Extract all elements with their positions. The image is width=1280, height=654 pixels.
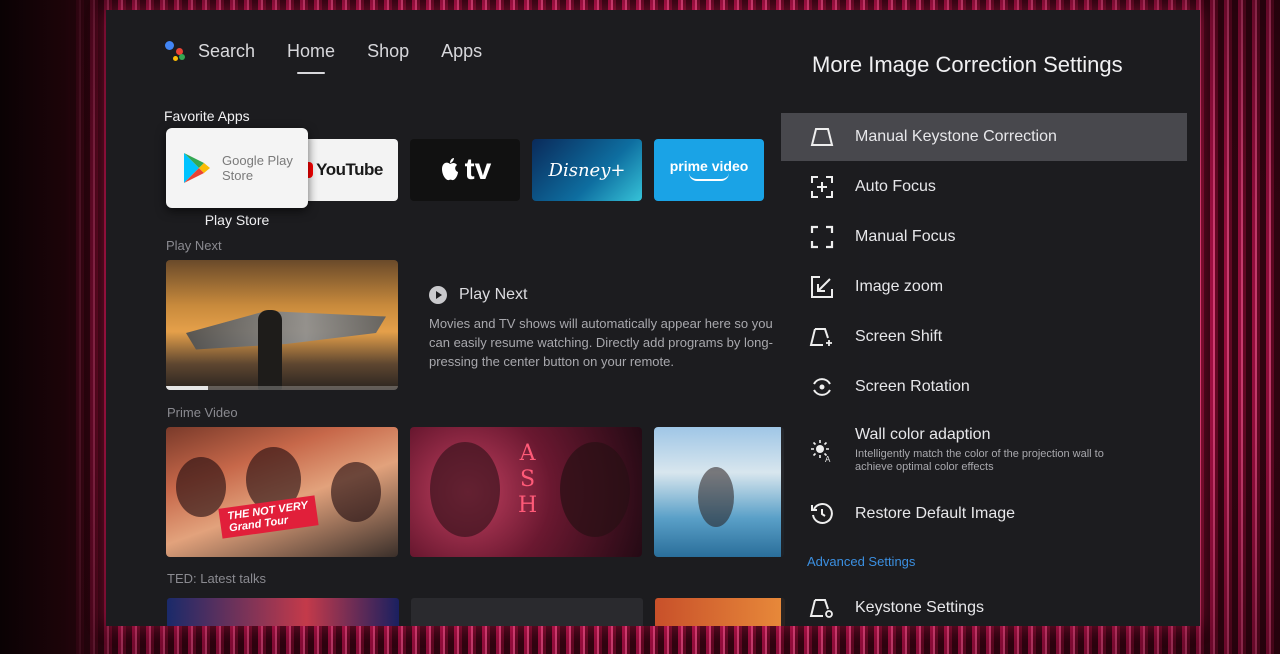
auto-focus-icon [809,174,835,200]
app-tile-prime-video[interactable]: prime video [654,139,764,201]
brightness-auto-icon: A [809,438,835,464]
focus-frame-icon [809,224,835,250]
ted-card[interactable] [655,598,785,626]
prime-video-heading: Prime Video [167,405,238,420]
play-next-info-title: Play Next [459,286,528,303]
play-circle-icon [429,286,447,304]
app-tile-apple-tv[interactable]: tv [410,139,520,201]
svg-text:A: A [825,455,831,463]
trapezoid-icon [809,124,835,150]
menu-item-wall-color-adaption[interactable]: A Wall color adaption Intelligently matc… [781,420,1187,482]
menu-item-screen-rotation[interactable]: Screen Rotation [781,363,1187,411]
tab-home[interactable]: Home [287,41,335,74]
app-tile-disney-plus[interactable]: Disney+ [532,139,642,201]
play-store-icon [184,153,210,183]
zoom-arrow-icon [809,274,835,300]
panel-title: More Image Correction Settings [812,52,1123,77]
apple-icon [441,158,458,181]
menu-item-image-zoom[interactable]: Image zoom [781,263,1187,311]
keystone-settings-icon [809,595,835,621]
advanced-settings-link[interactable]: Advanced Settings [807,554,915,569]
prime-video-logo: prime video [670,159,748,181]
ted-card[interactable] [411,598,643,626]
screen-shift-icon [809,324,835,350]
wall-color-description: Intelligently match the color of the pro… [855,448,1104,473]
apple-tv-logo: tv [439,153,491,187]
app-tile-play-store-focused[interactable]: Google Play Store [166,128,308,208]
image-correction-panel: More Image Correction Settings Manual Ke… [781,10,1200,626]
play-next-card[interactable] [166,260,398,390]
play-next-heading: Play Next [166,238,222,253]
menu-item-manual-focus[interactable]: Manual Focus [781,213,1187,261]
menu-item-auto-focus[interactable]: Auto Focus [781,163,1187,211]
play-next-description: Movies and TV shows will automatically a… [429,316,773,369]
tab-apps[interactable]: Apps [441,41,482,62]
favorite-apps-heading: Favorite Apps [164,108,250,124]
movie-title-art: A S H [518,441,540,518]
ted-card[interactable] [167,598,399,626]
tab-shop[interactable]: Shop [367,41,409,62]
prime-video-card[interactable] [654,427,784,557]
prime-video-card[interactable]: A S H [410,427,642,557]
search-button[interactable]: Search [164,40,255,62]
search-label: Search [198,40,256,61]
projected-screen: Search Home Shop Apps Favorite Apps YouT… [106,10,1200,626]
show-title-badge: THE NOT VERY Grand Tour [218,495,319,539]
menu-item-manual-keystone[interactable]: Manual Keystone Correction [781,113,1187,161]
watch-progress-bar [166,386,398,390]
top-navigation: Search Home Shop Apps [164,40,514,74]
prime-video-card[interactable]: THE NOT VERY Grand Tour [166,427,398,557]
focused-app-caption: Play Store [204,212,270,228]
prime-smile-icon [689,173,729,181]
menu-item-keystone-settings[interactable]: Keystone Settings [781,584,1187,626]
google-assistant-icon [164,40,186,62]
menu-item-screen-shift[interactable]: Screen Shift [781,313,1187,361]
ted-heading: TED: Latest talks [167,571,266,586]
menu-item-restore-default[interactable]: Restore Default Image [781,490,1187,538]
rotation-icon [809,374,835,400]
play-next-info: Play Next Movies and TV shows will autom… [429,286,779,371]
disney-plus-logo: Disney+ [548,159,626,181]
restore-icon [809,501,835,527]
